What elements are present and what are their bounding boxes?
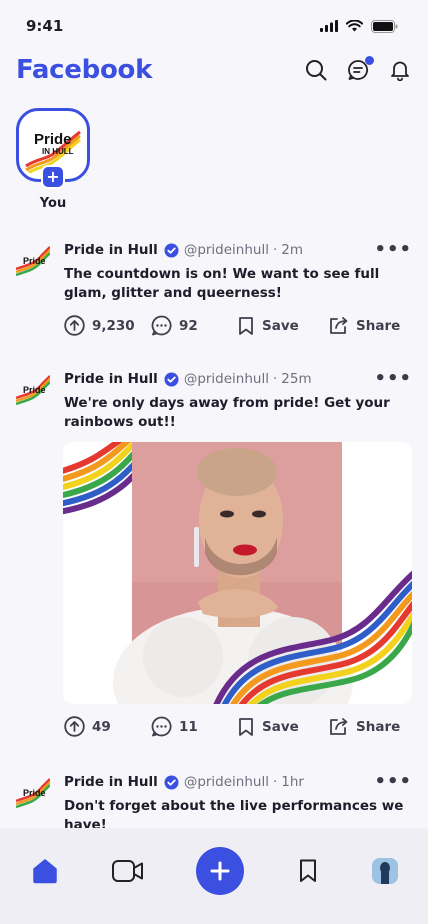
upvote-icon (64, 315, 85, 336)
nav-video[interactable] (111, 856, 145, 886)
create-icon (210, 861, 230, 881)
nav-bookmarks[interactable] (295, 856, 321, 886)
upvote-button[interactable]: 49 (64, 716, 151, 737)
upvote-count: 49 (92, 718, 111, 735)
more-options-button[interactable]: ••• (374, 370, 412, 388)
share-icon (330, 717, 348, 735)
verified-icon (164, 243, 179, 258)
status-time: 9:41 (26, 17, 64, 35)
wifi-icon (346, 20, 363, 32)
bottom-nav (0, 828, 428, 924)
story-you[interactable]: Pride IN HULL + You (16, 108, 90, 211)
post-age: 1hr (281, 774, 304, 790)
post-age: 25m (281, 371, 312, 387)
post-image[interactable] (63, 442, 412, 704)
separator-dot: · (272, 371, 278, 387)
story-label: You (39, 196, 67, 211)
nav-home[interactable] (30, 856, 60, 886)
search-icon (306, 60, 327, 81)
bell-icon (391, 61, 409, 81)
post-card: Pride Pride in Hull @prideinhull · 2m ••… (15, 240, 412, 336)
share-icon (330, 316, 348, 334)
comment-button[interactable]: 92 (151, 315, 237, 336)
upvote-icon (64, 716, 85, 737)
add-story-button[interactable]: + (41, 165, 65, 189)
svg-text:Pride: Pride (23, 385, 46, 395)
home-icon (33, 859, 57, 884)
svg-text:Pride: Pride (34, 131, 72, 148)
save-label: Save (262, 317, 299, 334)
author-name[interactable]: Pride in Hull (64, 774, 158, 790)
comment-icon (151, 315, 172, 336)
unread-dot (365, 56, 374, 65)
separator-dot: · (272, 242, 278, 258)
author-handle[interactable]: @prideinhull (184, 774, 269, 790)
bookmark-icon (239, 717, 253, 736)
verified-icon (164, 775, 179, 790)
app-header: Facebook (0, 52, 428, 88)
svg-text:Pride: Pride (23, 788, 46, 798)
video-icon (112, 860, 143, 882)
notifications-button[interactable] (388, 58, 412, 82)
more-options-button[interactable]: ••• (374, 241, 412, 259)
share-label: Share (356, 317, 401, 334)
story-ring: Pride IN HULL + (16, 108, 90, 189)
save-button[interactable]: Save (237, 316, 328, 336)
upvote-count: 9,230 (92, 317, 135, 334)
verified-icon (164, 372, 179, 387)
post-age: 2m (281, 242, 304, 258)
upvote-button[interactable]: 9,230 (64, 315, 151, 336)
svg-text:IN HULL: IN HULL (42, 147, 74, 156)
status-bar: 9:41 (0, 0, 428, 52)
save-button[interactable]: Save (237, 717, 328, 737)
share-button[interactable]: Share (328, 316, 400, 336)
signal-icon (320, 20, 338, 32)
stories-row: Pride IN HULL + You (16, 108, 90, 211)
search-button[interactable] (304, 58, 328, 82)
battery-icon (371, 19, 398, 33)
comment-icon (151, 716, 172, 737)
post-text: We're only days away from pride! Get you… (64, 395, 390, 430)
profile-avatar[interactable] (372, 858, 398, 884)
app-title: Facebook (16, 55, 153, 85)
author-handle[interactable]: @prideinhull (184, 371, 269, 387)
author-avatar[interactable]: Pride (15, 775, 51, 809)
comment-count: 11 (179, 718, 198, 735)
author-name[interactable]: Pride in Hull (64, 242, 158, 258)
bookmark-icon (239, 316, 253, 335)
share-label: Share (356, 718, 401, 735)
separator-dot: · (272, 774, 278, 790)
status-icons (320, 19, 398, 33)
create-post-button[interactable] (196, 847, 244, 895)
author-handle[interactable]: @prideinhull (184, 242, 269, 258)
more-options-button[interactable]: ••• (374, 773, 412, 791)
author-avatar[interactable]: Pride (15, 243, 51, 277)
post-text: The countdown is on! We want to see full… (64, 266, 380, 301)
post-card: Pride Pride in Hull @prideinhull · 25m •… (15, 369, 412, 737)
bookmark-icon (300, 859, 316, 882)
comment-count: 92 (179, 317, 198, 334)
svg-text:Pride: Pride (23, 256, 46, 266)
save-label: Save (262, 718, 299, 735)
author-name[interactable]: Pride in Hull (64, 371, 158, 387)
share-button[interactable]: Share (328, 717, 400, 737)
author-avatar[interactable]: Pride (15, 372, 51, 406)
comment-button[interactable]: 11 (151, 716, 237, 737)
messages-button[interactable] (346, 56, 374, 82)
